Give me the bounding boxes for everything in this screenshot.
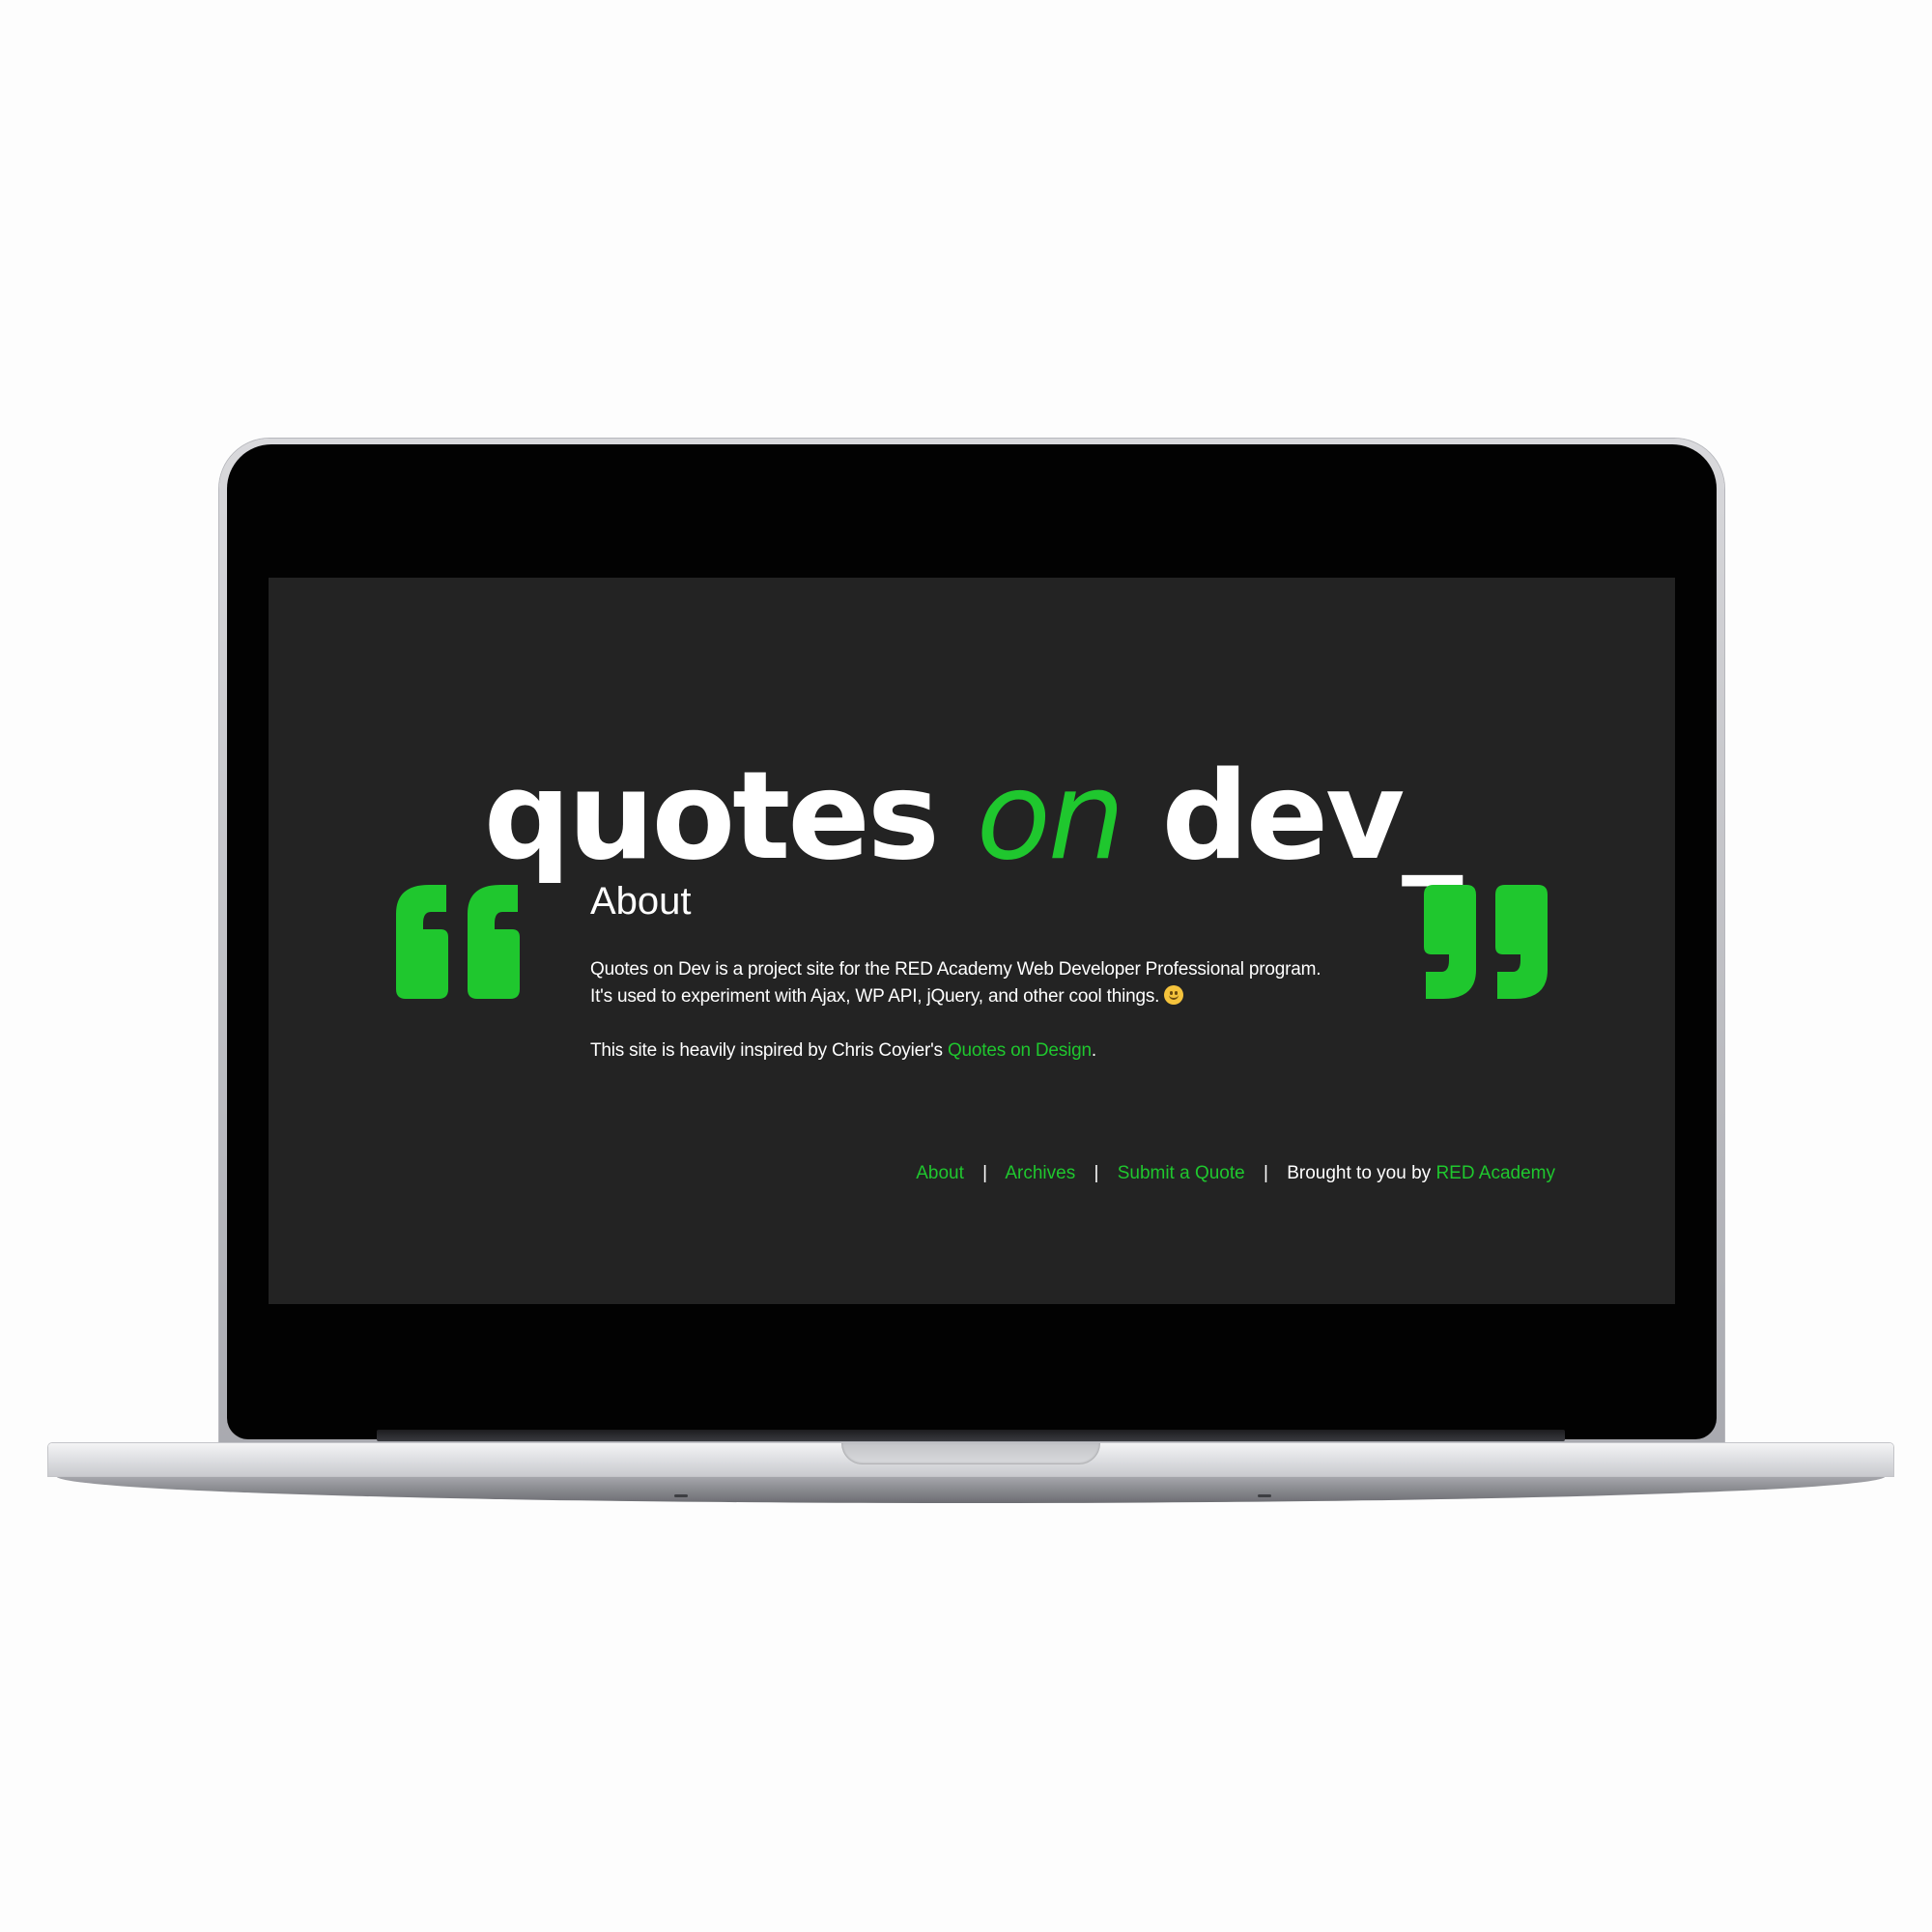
page-title: About xyxy=(590,880,692,923)
laptop-foot xyxy=(674,1494,688,1497)
inspiration-paragraph: This site is heavily inspired by Chris C… xyxy=(590,1037,1363,1065)
about-entry: About Quotes on Dev is a project site fo… xyxy=(590,877,1363,1092)
intro-line-1: Quotes on Dev is a project site for the … xyxy=(590,959,1321,980)
laptop-mockup: quotes on dev_ About Quotes on Dev is a … xyxy=(0,0,1932,1932)
inspiration-period: . xyxy=(1091,1040,1096,1061)
hinge-shade xyxy=(377,1430,1565,1441)
footer-link-about[interactable]: About xyxy=(916,1163,964,1183)
slightly-smiling-face-icon xyxy=(1164,985,1184,1005)
entry-content: Quotes on Dev is a project site for the … xyxy=(590,956,1363,1065)
quotes-on-design-link[interactable]: Quotes on Design xyxy=(948,1040,1092,1061)
close-quote-icon xyxy=(1424,885,1548,999)
footer-credit-text: Brought to you by xyxy=(1287,1163,1436,1183)
footer-link-archives[interactable]: Archives xyxy=(1005,1163,1075,1183)
intro-line-2: It's used to experiment with Ajax, WP AP… xyxy=(590,986,1160,1007)
footer-separator: | xyxy=(1264,1163,1268,1183)
laptop-foot xyxy=(1258,1494,1271,1497)
site-footer: About | Archives | Submit a Quote | Brou… xyxy=(916,1160,1555,1187)
open-quote-icon xyxy=(396,885,520,999)
browser-viewport: quotes on dev_ About Quotes on Dev is a … xyxy=(269,578,1675,1304)
logo-on: on xyxy=(976,745,1125,888)
laptop-base-underside xyxy=(56,1476,1886,1503)
footer-separator: | xyxy=(982,1163,988,1183)
lid-opening-notch xyxy=(841,1443,1100,1464)
footer-link-submit-quote[interactable]: Submit a Quote xyxy=(1118,1163,1245,1183)
logo-dev: dev_ xyxy=(1122,745,1463,888)
inspiration-text: This site is heavily inspired by Chris C… xyxy=(590,1040,948,1061)
footer-link-red-academy[interactable]: RED Academy xyxy=(1435,1163,1555,1183)
site-logo[interactable]: quotes on dev_ xyxy=(269,744,1675,889)
footer-separator: | xyxy=(1094,1163,1099,1183)
intro-paragraph: Quotes on Dev is a project site for the … xyxy=(590,956,1363,1010)
logo-quotes: quotes xyxy=(483,745,977,888)
